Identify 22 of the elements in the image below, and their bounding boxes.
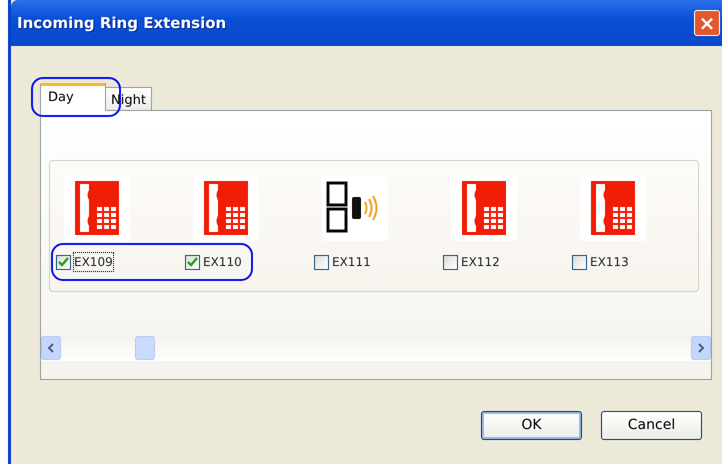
checkbox[interactable] bbox=[572, 254, 587, 270]
extension-label[interactable]: EX112 bbox=[461, 253, 500, 271]
extension-label[interactable]: EX109 bbox=[74, 253, 113, 271]
checkbox[interactable] bbox=[56, 254, 71, 270]
phone-icon bbox=[204, 181, 248, 235]
scroll-right-button[interactable] bbox=[691, 336, 711, 360]
dialog-button[interactable]: OK bbox=[481, 411, 582, 440]
close-button[interactable]: × bbox=[694, 10, 720, 36]
scroll-thumb[interactable] bbox=[135, 336, 155, 360]
window-title: Incoming Ring Extension bbox=[16, 12, 226, 34]
scroll-left-button[interactable] bbox=[41, 336, 61, 360]
checkbox[interactable] bbox=[314, 254, 329, 270]
extension-label[interactable]: EX111 bbox=[332, 253, 371, 271]
checkbox[interactable] bbox=[443, 254, 458, 270]
phone-icon bbox=[591, 181, 635, 235]
dialog-button[interactable]: Cancel bbox=[601, 411, 702, 440]
extension-label[interactable]: EX110 bbox=[203, 253, 242, 271]
extension-label[interactable]: EX113 bbox=[590, 253, 629, 271]
phone-icon bbox=[462, 181, 506, 235]
phone-icon bbox=[75, 181, 119, 235]
tab[interactable]: Day bbox=[40, 83, 106, 111]
checkbox[interactable] bbox=[185, 254, 200, 270]
